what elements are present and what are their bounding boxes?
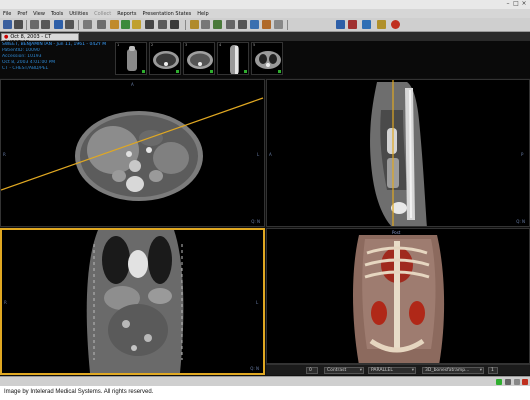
series-number: 1 — [117, 43, 120, 47]
pan-icon[interactable] — [83, 20, 92, 29]
report-icon[interactable] — [190, 20, 199, 29]
viewport-quality-label: Q: N — [516, 219, 525, 224]
axial-viewport[interactable]: A R L Q: N — [0, 79, 265, 227]
roi-icon[interactable] — [132, 20, 141, 29]
monitor-icon[interactable] — [336, 20, 345, 29]
network-status-icon — [496, 379, 502, 385]
sync-icon[interactable] — [226, 20, 235, 29]
angle-icon[interactable] — [121, 20, 130, 29]
menu-help[interactable]: Help — [197, 11, 208, 17]
toolbar — [0, 18, 530, 32]
menu-pref[interactable]: Pref — [17, 11, 27, 17]
stack-icon[interactable] — [213, 20, 222, 29]
projection-dropdown[interactable]: PARALLEL ▾ — [368, 367, 416, 374]
cine-icon[interactable] — [158, 20, 167, 29]
link-icon[interactable] — [348, 20, 357, 29]
annotate-icon[interactable] — [145, 20, 154, 29]
study-tab[interactable]: ●Oct 8, 2003 - CT CHEST/AB... — [1, 33, 79, 46]
loaded-indicator — [142, 70, 145, 73]
study-description: CT - CHEST/ABD/PEL — [2, 66, 49, 71]
menu-collect[interactable]: Collect — [94, 11, 111, 17]
chevron-down-icon: ▾ — [359, 368, 362, 373]
sagittal-ct-image — [370, 80, 427, 226]
menu-view[interactable]: View — [33, 11, 45, 17]
scissors-icon[interactable] — [274, 20, 283, 29]
toolbar-separator — [78, 20, 79, 30]
render-mode-dropdown[interactable]: Contrast ▾ — [324, 367, 364, 374]
coronal-viewport[interactable]: S R L Q: N — [0, 228, 265, 375]
title-bar: – □ × — [0, 0, 530, 9]
series-thumbnail[interactable]: 2 — [149, 42, 181, 75]
series-thumbnail[interactable]: 5 — [251, 42, 283, 75]
series-thumbnail[interactable]: 1 — [115, 42, 147, 75]
maximize-icon[interactable]: □ — [513, 1, 519, 7]
alert-icon[interactable] — [522, 379, 528, 385]
render-mode-value: Contrast — [327, 368, 347, 373]
key-images-icon[interactable] — [377, 20, 386, 29]
sagittal-viewport[interactable]: S A P Q: N — [266, 79, 530, 227]
patient-info: SWEET, BENJAMIN IAN - Jun 11, 1961 - 042… — [0, 41, 112, 78]
measure-icon[interactable] — [110, 20, 119, 29]
menu-reports[interactable]: Reports — [117, 11, 136, 17]
study-tab-strip: ●Oct 8, 2003 - CT CHEST/AB... — [0, 32, 530, 46]
loaded-indicator — [210, 70, 213, 73]
series-thumbnails: 1 2 3 4 5 — [112, 41, 530, 78]
series-number: 3 — [185, 43, 188, 47]
pointer-icon[interactable] — [54, 20, 63, 29]
save-icon[interactable] — [14, 20, 23, 29]
volume-render-icon[interactable] — [262, 20, 271, 29]
info-icon[interactable] — [514, 379, 520, 385]
minimize-icon[interactable]: – — [505, 1, 511, 7]
projection-value: PARALLEL — [371, 368, 393, 373]
mpr-icon[interactable] — [250, 20, 259, 29]
globe-icon[interactable] — [362, 20, 371, 29]
menu-file[interactable]: File — [3, 11, 11, 17]
print-icon[interactable] — [30, 20, 39, 29]
volume-render-controls: 0 Contrast ▾ PARALLEL ▾ 3D_bonesfatramp...… — [266, 364, 530, 375]
preset-dropdown[interactable]: 3D_bonesfatramp... ▾ — [422, 367, 484, 374]
series-number: 5 — [253, 43, 256, 47]
viewport-quality-label: Q: N — [251, 219, 260, 224]
export-icon[interactable] — [391, 20, 400, 29]
extra-field[interactable]: 1 — [488, 367, 498, 374]
series-thumbnail[interactable]: 4 — [217, 42, 249, 75]
preset-value: 3D_bonesfatramp... — [425, 368, 470, 373]
close-icon[interactable]: × — [521, 1, 527, 7]
status-bar — [0, 376, 530, 386]
loaded-indicator — [244, 70, 247, 73]
zoom-icon[interactable] — [97, 20, 106, 29]
axial-ct-image — [1, 97, 264, 201]
menu-bar: File Pref View Tools Utilities Collect R… — [0, 9, 530, 18]
menu-tools[interactable]: Tools — [51, 11, 63, 17]
coronal-ct-image — [86, 230, 184, 373]
pacs-viewer-window: – □ × File Pref View Tools Utilities Col… — [0, 0, 530, 386]
opacity-field[interactable]: 0 — [306, 367, 318, 374]
image-credit: Image by Intelerad Medical Systems. All … — [4, 389, 154, 395]
menu-utilities[interactable]: Utilities — [69, 11, 88, 17]
window-level-icon[interactable] — [65, 20, 74, 29]
open-study-icon[interactable] — [3, 20, 12, 29]
series-number: 4 — [219, 43, 222, 47]
chevron-down-icon: ▾ — [479, 368, 482, 373]
chevron-down-icon: ▾ — [411, 368, 414, 373]
loaded-indicator — [176, 70, 179, 73]
dropdown-icon[interactable] — [201, 20, 210, 29]
series-thumbnail[interactable]: 3 — [183, 42, 215, 75]
settings-icon[interactable] — [505, 379, 511, 385]
toolbar-separator — [185, 20, 186, 30]
layout-icon[interactable] — [41, 20, 50, 29]
toolbar-separator — [287, 20, 288, 30]
volume-render-image — [353, 235, 445, 363]
loaded-indicator — [278, 70, 281, 73]
reset-icon[interactable] — [238, 20, 247, 29]
menu-presentation-states[interactable]: Presentation States — [142, 11, 191, 17]
flip-icon[interactable] — [170, 20, 179, 29]
series-number: 2 — [151, 43, 154, 47]
toolbar-separator — [26, 20, 27, 30]
volume-render-viewport[interactable]: Post — [266, 228, 530, 364]
viewport-quality-label: Q: N — [250, 366, 259, 371]
